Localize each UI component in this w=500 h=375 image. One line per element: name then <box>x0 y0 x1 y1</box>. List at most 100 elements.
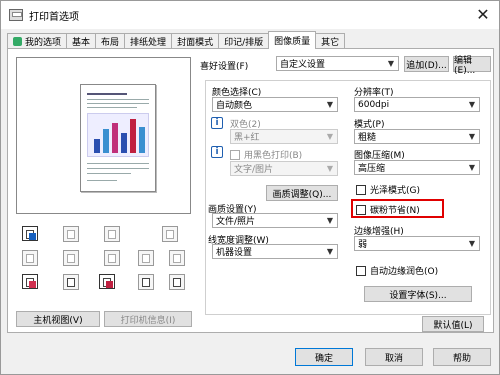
chevron-down-icon: ▼ <box>468 100 475 109</box>
quality-select[interactable]: 文件/照片 ▼ <box>212 213 338 228</box>
auto-trapping-checkbox[interactable]: 自动边缘润色(O) <box>356 264 438 277</box>
gloss-mode-checkbox[interactable]: 光泽模式(G) <box>356 183 420 196</box>
line-width-select[interactable]: 机器设置 ▼ <box>212 244 338 259</box>
tab-my-options[interactable]: 我的选项 <box>7 33 68 49</box>
tab-label: 布局 <box>101 38 120 48</box>
chevron-down-icon: ▼ <box>326 100 333 109</box>
preview-bar <box>130 119 136 153</box>
auto-trapping-label: 自动边缘润色(O) <box>370 267 439 277</box>
info-icon: i <box>211 117 223 129</box>
favorites-select[interactable]: 自定义设置 ▼ <box>276 56 399 71</box>
ok-button[interactable]: 确定 <box>295 348 353 366</box>
black-print-label: 用黑色打印(B) <box>244 151 303 161</box>
chevron-down-icon: ▼ <box>468 239 475 248</box>
checkbox-box <box>230 149 240 160</box>
toner-save-label: 碳粉节省(N) <box>370 206 420 216</box>
compression-select[interactable]: 高压缩 ▼ <box>354 160 480 175</box>
image-quality-panel: 主机视图(V) 打印机信息(I) 喜好设置(F) 自定义设置 ▼ 追加(D)...… <box>7 48 494 333</box>
chevron-down-icon: ▼ <box>468 163 475 172</box>
chevron-down-icon: ▼ <box>326 164 333 173</box>
preview-text-line <box>87 103 149 104</box>
preview-bar <box>94 139 100 153</box>
tab-label: 我的选项 <box>25 38 62 48</box>
tab-finishing[interactable]: 排纸处理 <box>124 33 173 49</box>
defaults-button[interactable]: 默认值(L) <box>422 316 484 332</box>
tab-label: 排纸处理 <box>130 38 167 48</box>
chevron-down-icon: ▼ <box>326 216 333 225</box>
favorites-label: 喜好设置(F) <box>200 62 249 72</box>
store-box-icon <box>169 274 185 290</box>
quality-value: 文件/照片 <box>216 217 256 227</box>
color-select[interactable]: 自动颜色 ▼ <box>212 97 338 112</box>
window-title: 打印首选项 <box>29 11 79 23</box>
host-view-button[interactable]: 主机视图(V) <box>16 311 100 327</box>
title-bar: 打印首选项 ✕ <box>1 1 499 29</box>
font-a-icon <box>104 250 120 266</box>
tab-label: 基本 <box>72 38 91 48</box>
preview-text-line <box>87 107 137 108</box>
tab-label: 封面模式 <box>177 38 214 48</box>
dual-color-select[interactable]: 黑+红 ▼ <box>230 129 338 144</box>
chevron-down-icon: ▼ <box>326 247 333 256</box>
color-document-icon <box>22 274 38 289</box>
booklet-icon <box>63 250 79 266</box>
tab-layout[interactable]: 布局 <box>95 33 126 49</box>
tab-stamp-layout[interactable]: 印记/排版 <box>218 33 270 49</box>
black-print-checkbox[interactable]: 用黑色打印(B) <box>230 148 302 161</box>
tab-image-quality[interactable]: 图像质量 <box>268 31 317 49</box>
preview-heading <box>87 93 127 95</box>
preview-bar <box>112 123 118 153</box>
tab-other[interactable]: 其它 <box>315 33 346 49</box>
toner-save-checkbox[interactable]: 碳粉节省(N) <box>356 203 420 216</box>
tab-cover-mode[interactable]: 封面模式 <box>171 33 220 49</box>
preview-text-line <box>87 168 149 169</box>
black-print-select[interactable]: 文字/图片 ▼ <box>230 161 338 176</box>
pattern-select[interactable]: 粗糙 ▼ <box>354 129 480 144</box>
preview-text-line <box>87 99 149 100</box>
favorites-add-button[interactable]: 追加(D)... <box>404 56 449 72</box>
printer-icon <box>9 9 23 21</box>
preview-chart-image <box>87 113 149 157</box>
line-width-value: 机器设置 <box>216 248 253 258</box>
tab-label: 印记/排版 <box>224 38 264 48</box>
secure-print-icon <box>138 274 154 290</box>
chevron-down-icon: ▼ <box>326 132 333 141</box>
resolution-value: 600dpi <box>358 99 390 110</box>
cancel-button[interactable]: 取消 <box>365 348 423 366</box>
dual-color-value: 黑+红 <box>234 133 260 143</box>
edge-enhance-value: 弱 <box>358 240 368 250</box>
checkbox-box <box>356 184 366 195</box>
preview-text-line <box>87 173 131 174</box>
info-icon: i <box>211 146 223 158</box>
checkbox-box <box>356 265 366 276</box>
pattern-value: 粗糙 <box>358 133 377 143</box>
user-icon <box>63 274 79 290</box>
checkbox-box <box>356 204 366 215</box>
favorites-value: 自定义设置 <box>280 60 326 70</box>
favorites-edit-button[interactable]: 编辑(E)... <box>453 56 491 76</box>
staple-icon <box>63 226 79 242</box>
printer-info-button[interactable]: 打印机信息(I) <box>104 311 192 327</box>
close-icon[interactable]: ✕ <box>473 5 493 25</box>
my-options-icon <box>13 37 22 46</box>
punch-icon <box>22 250 38 266</box>
rotate-icon <box>162 226 178 242</box>
preview-text-line <box>87 163 149 164</box>
help-button[interactable]: 帮助 <box>433 348 491 366</box>
gloss-mode-label: 光泽模式(G) <box>370 186 420 196</box>
user-auth-icon <box>99 274 115 289</box>
edge-enhance-select[interactable]: 弱 ▼ <box>354 236 480 251</box>
fold-icon <box>138 250 154 266</box>
tab-basic[interactable]: 基本 <box>66 33 97 49</box>
black-print-value: 文字/图片 <box>234 165 274 175</box>
color-select-value: 自动颜色 <box>216 101 253 111</box>
preview-bar <box>121 133 127 153</box>
tab-label: 图像质量 <box>274 37 311 47</box>
print-preview <box>16 57 191 214</box>
output-setting-icon <box>22 226 38 241</box>
font-settings-button[interactable]: 设置字体(S)... <box>364 286 472 302</box>
compression-value: 高压缩 <box>358 164 386 174</box>
tab-label: 其它 <box>321 38 340 48</box>
quality-adjust-button[interactable]: 画质调整(Q)... <box>266 185 338 201</box>
resolution-select[interactable]: 600dpi ▼ <box>354 97 480 112</box>
